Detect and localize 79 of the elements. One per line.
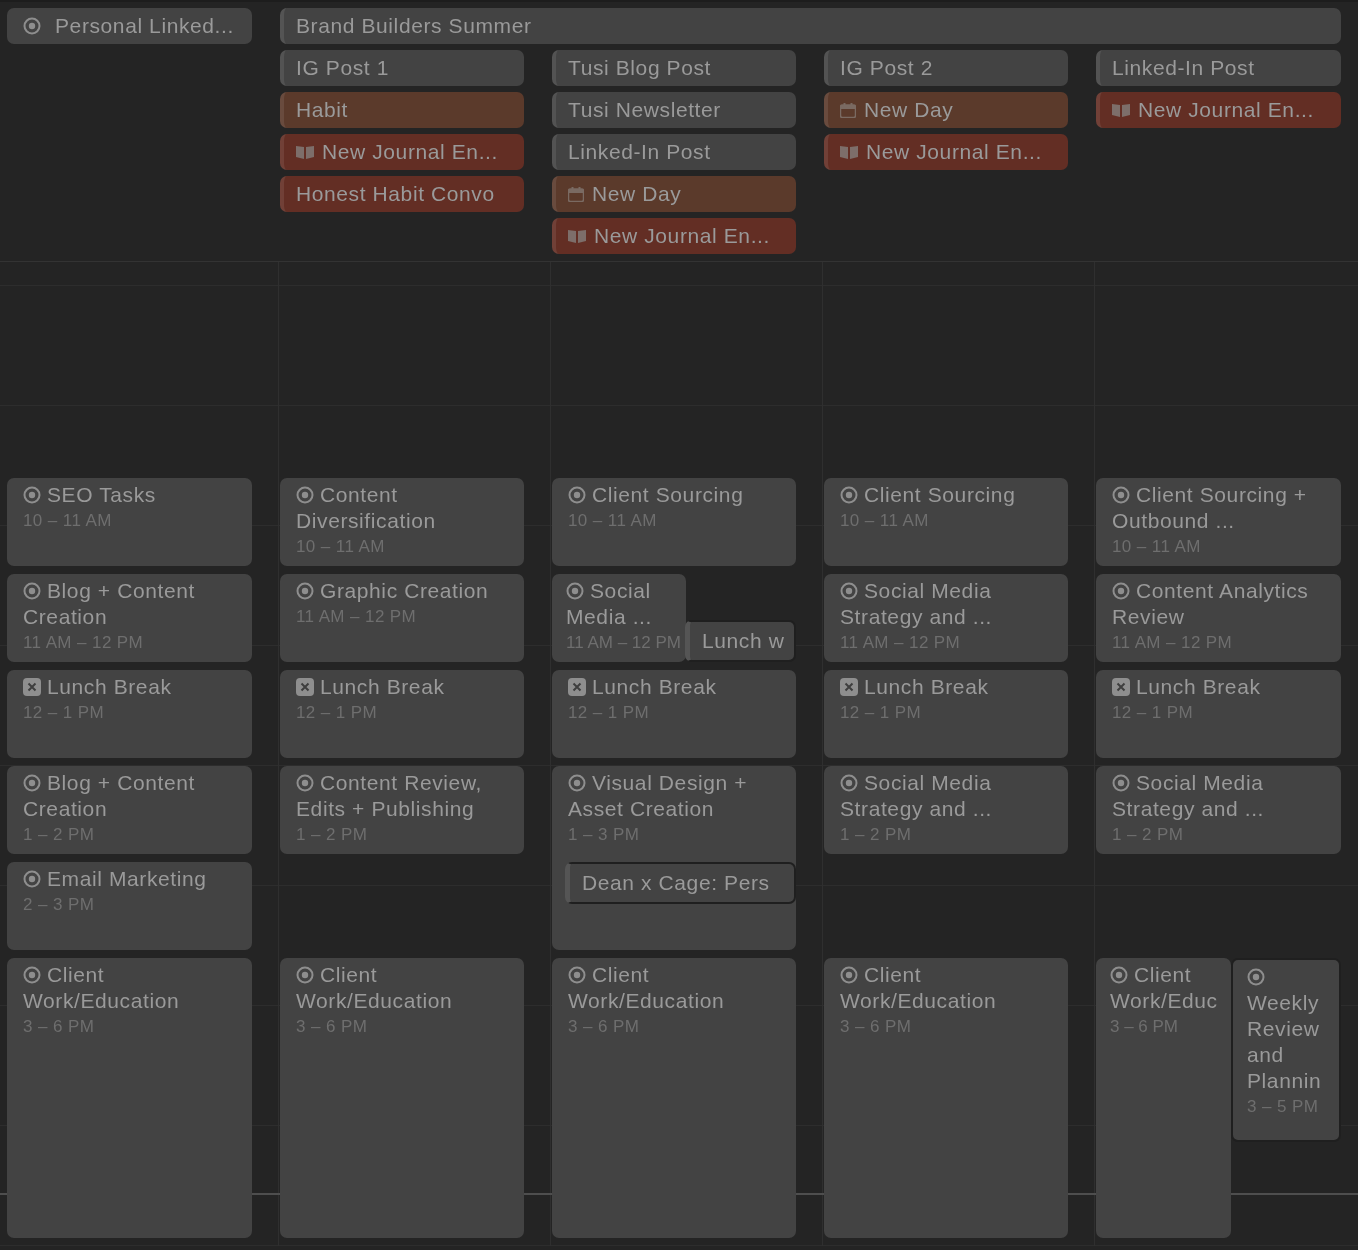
event-title: Client Work/Education (568, 962, 726, 1014)
all-day-event[interactable]: New Day (552, 176, 796, 212)
book-icon (840, 145, 858, 159)
event-title: Social Media ... (566, 578, 653, 630)
all-day-event[interactable]: IG Post 1 (280, 50, 524, 86)
event-title: Client Sourcing (568, 482, 788, 508)
close-box-icon (1112, 678, 1130, 696)
target-icon (23, 17, 41, 35)
target-icon (23, 870, 41, 888)
all-day-event[interactable]: Tusi Blog Post (552, 50, 796, 86)
target-icon (568, 486, 586, 504)
event-title: Lunch Break (840, 674, 1060, 700)
calendar-event[interactable]: Lunch w (685, 620, 796, 662)
event-title: Lunch Break (568, 674, 788, 700)
all-day-event[interactable]: New Journal En... (280, 134, 524, 170)
event-title: Client Work/Education (23, 962, 181, 1014)
target-icon (840, 966, 858, 984)
book-icon (568, 229, 586, 243)
event-title: Visual Design + Asset Creation (568, 770, 749, 822)
all-day-event[interactable]: Personal Linked... (7, 8, 252, 44)
event-title: Lunch Break (23, 674, 244, 700)
close-box-icon (840, 678, 858, 696)
close-box-icon (23, 678, 41, 696)
all-day-event[interactable]: Linked-In Post (1096, 50, 1341, 86)
target-icon (568, 966, 586, 984)
event-title: Graphic Creation (296, 578, 516, 604)
book-icon (296, 145, 314, 159)
event-title: Content Diversification (296, 482, 437, 534)
event-title: Email Marketing (23, 866, 244, 892)
all-day-event[interactable]: New Journal En... (1096, 92, 1341, 128)
event-title: Content Review, Edits + Publishing (296, 770, 483, 822)
event-title: Client Work/Education (840, 962, 998, 1014)
event-title: Social Media Strategy and ... (1112, 770, 1266, 822)
close-box-icon (568, 678, 586, 696)
target-icon (1112, 774, 1130, 792)
event-title: Client Sourcing (840, 482, 1060, 508)
target-icon (1110, 966, 1128, 984)
calendar-icon (568, 186, 584, 202)
target-icon (23, 966, 41, 984)
event-title: Content Analytics Review (1112, 578, 1310, 630)
target-icon (1247, 968, 1265, 986)
event-title: Social Media Strategy and ... (840, 578, 994, 630)
target-icon (23, 486, 41, 504)
event-title: SEO Tasks (23, 482, 244, 508)
event-title: Social Media Strategy and ... (840, 770, 994, 822)
target-icon (296, 774, 314, 792)
all-day-event[interactable]: Honest Habit Convo (280, 176, 524, 212)
target-icon (1112, 486, 1130, 504)
book-icon (1112, 103, 1130, 117)
target-icon (296, 486, 314, 504)
target-icon (296, 966, 314, 984)
target-icon (1112, 582, 1130, 600)
all-day-event[interactable]: New Journal En... (552, 218, 796, 254)
target-icon (296, 582, 314, 600)
event-title: Client Work/Education (296, 962, 454, 1014)
all-day-event[interactable]: IG Post 2 (824, 50, 1068, 86)
target-icon (23, 582, 41, 600)
event-title: Weekly Review and Plannin (1247, 964, 1331, 1094)
all-day-event[interactable]: Habit (280, 92, 524, 128)
event-title: Blog + Content Creation (23, 770, 196, 822)
all-day-event[interactable]: Linked-In Post (552, 134, 796, 170)
event-title: Lunch Break (1112, 674, 1333, 700)
event-title: Client Work/Educ (1110, 962, 1219, 1014)
all-day-event[interactable]: New Day (824, 92, 1068, 128)
close-box-icon (296, 678, 314, 696)
target-icon (840, 582, 858, 600)
target-icon (840, 486, 858, 504)
event-title: Blog + Content Creation (23, 578, 196, 630)
event-title: Client Sourcing + Outbound ... (1112, 482, 1308, 534)
target-icon (23, 774, 41, 792)
all-day-event[interactable]: New Journal En... (824, 134, 1068, 170)
event-title: Lunch Break (296, 674, 516, 700)
calendar-icon (840, 102, 856, 118)
multi-day-event[interactable]: Brand Builders Summer (280, 8, 1341, 44)
target-icon (566, 582, 584, 600)
calendar-event[interactable]: Dean x Cage: Pers (565, 862, 796, 904)
target-icon (840, 774, 858, 792)
all-day-event[interactable]: Tusi Newsletter (552, 92, 796, 128)
target-icon (568, 774, 586, 792)
